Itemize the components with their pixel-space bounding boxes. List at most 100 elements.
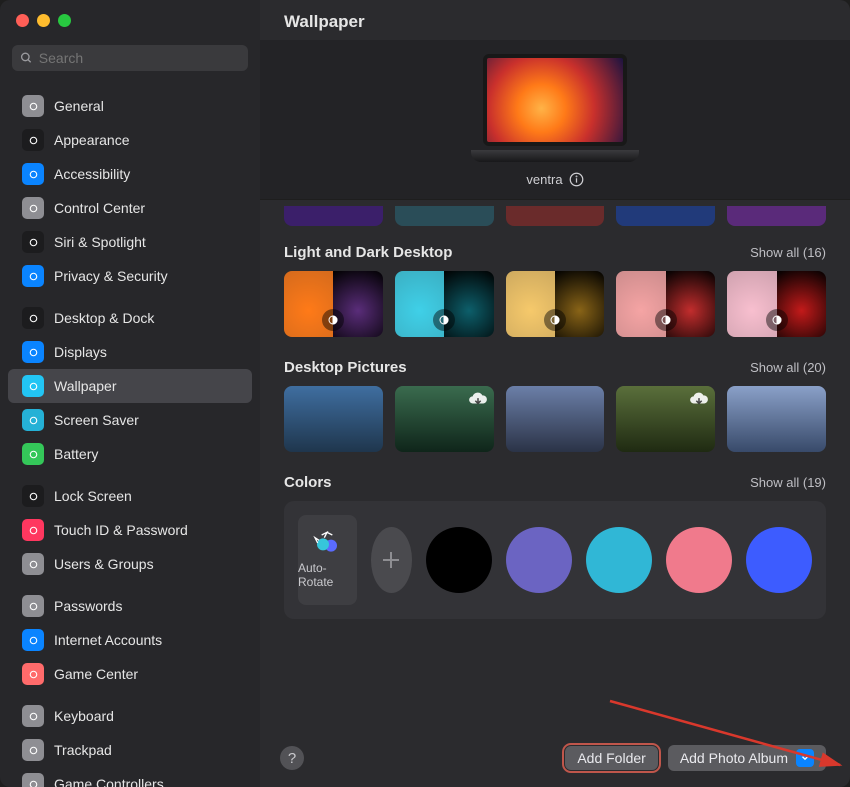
wallpaper-thumb[interactable] — [616, 206, 715, 226]
sidebar-item-game-ctrl[interactable]: Game Controllers — [8, 767, 252, 787]
light-dark-thumb[interactable] — [395, 271, 494, 337]
sidebar-item-wallpaper[interactable]: Wallpaper — [8, 369, 252, 403]
sidebar-item-label: Passwords — [54, 598, 122, 614]
lock-icon — [22, 485, 44, 507]
sidebar-item-game-center[interactable]: Game Center — [8, 657, 252, 691]
sidebar-item-siri[interactable]: Siri & Spotlight — [8, 225, 252, 259]
desktop-picture-thumb[interactable] — [395, 386, 494, 452]
siri-icon — [22, 231, 44, 253]
auto-rotate-button[interactable]: Auto-Rotate — [298, 515, 357, 605]
light-dark-heading: Light and Dark Desktop — [284, 244, 452, 261]
search-icon — [20, 51, 33, 65]
sidebar-item-touch-id[interactable]: Touch ID & Password — [8, 513, 252, 547]
sidebar-item-label: Desktop & Dock — [54, 310, 154, 326]
light-dark-toggle-icon — [322, 309, 344, 331]
keyboard-icon — [22, 705, 44, 727]
sidebar-item-trackpad[interactable]: Trackpad — [8, 733, 252, 767]
trackpad-icon — [22, 739, 44, 761]
page-title: Wallpaper — [260, 0, 850, 40]
game-icon — [22, 663, 44, 685]
info-icon[interactable] — [569, 172, 584, 187]
sidebar-item-battery[interactable]: Battery — [8, 437, 252, 471]
sidebar-item-general[interactable]: General — [8, 89, 252, 123]
sidebar-item-users-groups[interactable]: Users & Groups — [8, 547, 252, 581]
cloud-download-icon — [687, 390, 711, 408]
person-icon — [22, 163, 44, 185]
show-all-colors[interactable]: Show all (19) — [750, 475, 826, 490]
wallpaper-thumb[interactable] — [506, 206, 605, 226]
sidebar-item-label: Appearance — [54, 132, 130, 148]
auto-rotate-label: Auto-Rotate — [298, 561, 357, 589]
sidebar-item-label: Game Center — [54, 666, 138, 682]
sidebar-item-internet-acct[interactable]: Internet Accounts — [8, 623, 252, 657]
wave-icon — [22, 409, 44, 431]
sidebar-item-label: Game Controllers — [54, 776, 164, 787]
desktop-picture-thumb[interactable] — [727, 386, 826, 452]
sun-icon — [22, 341, 44, 363]
dock-icon — [22, 307, 44, 329]
sidebar-item-label: Trackpad — [54, 742, 112, 758]
sidebar-item-label: Internet Accounts — [54, 632, 162, 648]
wallpaper-preview: ventra — [260, 40, 850, 200]
color-swatch[interactable] — [506, 527, 572, 593]
sidebar-item-label: Displays — [54, 344, 107, 360]
search-input[interactable] — [12, 45, 248, 71]
wallpaper-thumb[interactable] — [284, 206, 383, 226]
dropdown-chevron-icon[interactable] — [796, 749, 814, 767]
colors-heading: Colors — [284, 474, 332, 491]
desktop-picture-thumb[interactable] — [616, 386, 715, 452]
sidebar-item-label: Screen Saver — [54, 412, 139, 428]
maximize-icon[interactable] — [58, 14, 71, 27]
auto-rotate-icon — [311, 531, 343, 555]
help-button[interactable]: ? — [280, 746, 304, 770]
appearance-icon — [22, 129, 44, 151]
desktop-picture-thumb[interactable] — [284, 386, 383, 452]
sidebar-item-label: Touch ID & Password — [54, 522, 188, 538]
sidebar-item-lock-screen[interactable]: Lock Screen — [8, 479, 252, 513]
desktop-picture-thumb[interactable] — [506, 386, 605, 452]
sidebar-item-keyboard[interactable]: Keyboard — [8, 699, 252, 733]
light-dark-toggle-icon — [655, 309, 677, 331]
sidebar-item-label: Siri & Spotlight — [54, 234, 146, 250]
users-icon — [22, 553, 44, 575]
show-all-light-dark[interactable]: Show all (16) — [750, 245, 826, 260]
controller-icon — [22, 773, 44, 787]
current-wallpaper-name: ventra — [526, 172, 562, 187]
sidebar-item-appearance[interactable]: Appearance — [8, 123, 252, 157]
main-pane: Wallpaper ventra Light and Dark Desktop … — [260, 0, 850, 787]
sidebar: General Appearance AccessibilityControl Ce… — [0, 0, 260, 787]
preview-macbook — [471, 54, 639, 162]
sidebar-item-accessibility[interactable]: Accessibility — [8, 157, 252, 191]
sidebar-item-passwords[interactable]: Passwords — [8, 589, 252, 623]
wallpaper-thumb[interactable] — [395, 206, 494, 226]
add-color-button[interactable] — [371, 527, 412, 593]
fingerprint-icon — [22, 519, 44, 541]
sidebar-item-desktop-dock[interactable]: Desktop & Dock — [8, 301, 252, 335]
show-all-desktop-pictures[interactable]: Show all (20) — [750, 360, 826, 375]
sidebar-item-displays[interactable]: Displays — [8, 335, 252, 369]
minimize-icon[interactable] — [37, 14, 50, 27]
color-swatch[interactable] — [666, 527, 732, 593]
sliders-icon — [22, 197, 44, 219]
add-folder-button[interactable]: Add Folder — [565, 746, 657, 770]
light-dark-thumb[interactable] — [727, 271, 826, 337]
sidebar-item-privacy[interactable]: Privacy & Security — [8, 259, 252, 293]
plus-icon — [379, 548, 403, 572]
sidebar-item-control-center[interactable]: Control Center — [8, 191, 252, 225]
close-icon[interactable] — [16, 14, 29, 27]
sidebar-item-label: General — [54, 98, 104, 114]
battery-icon — [22, 443, 44, 465]
window-controls — [0, 0, 260, 39]
photo-icon — [22, 375, 44, 397]
light-dark-thumb[interactable] — [616, 271, 715, 337]
color-swatch[interactable] — [746, 527, 812, 593]
sidebar-item-screen-saver[interactable]: Screen Saver — [8, 403, 252, 437]
wallpaper-thumb[interactable] — [727, 206, 826, 226]
color-swatch[interactable] — [426, 527, 492, 593]
color-swatch[interactable] — [586, 527, 652, 593]
light-dark-thumb[interactable] — [506, 271, 605, 337]
sidebar-item-label: Keyboard — [54, 708, 114, 724]
add-photo-album-button[interactable]: Add Photo Album — [668, 745, 826, 771]
sidebar-item-label: Battery — [54, 446, 98, 462]
light-dark-thumb[interactable] — [284, 271, 383, 337]
